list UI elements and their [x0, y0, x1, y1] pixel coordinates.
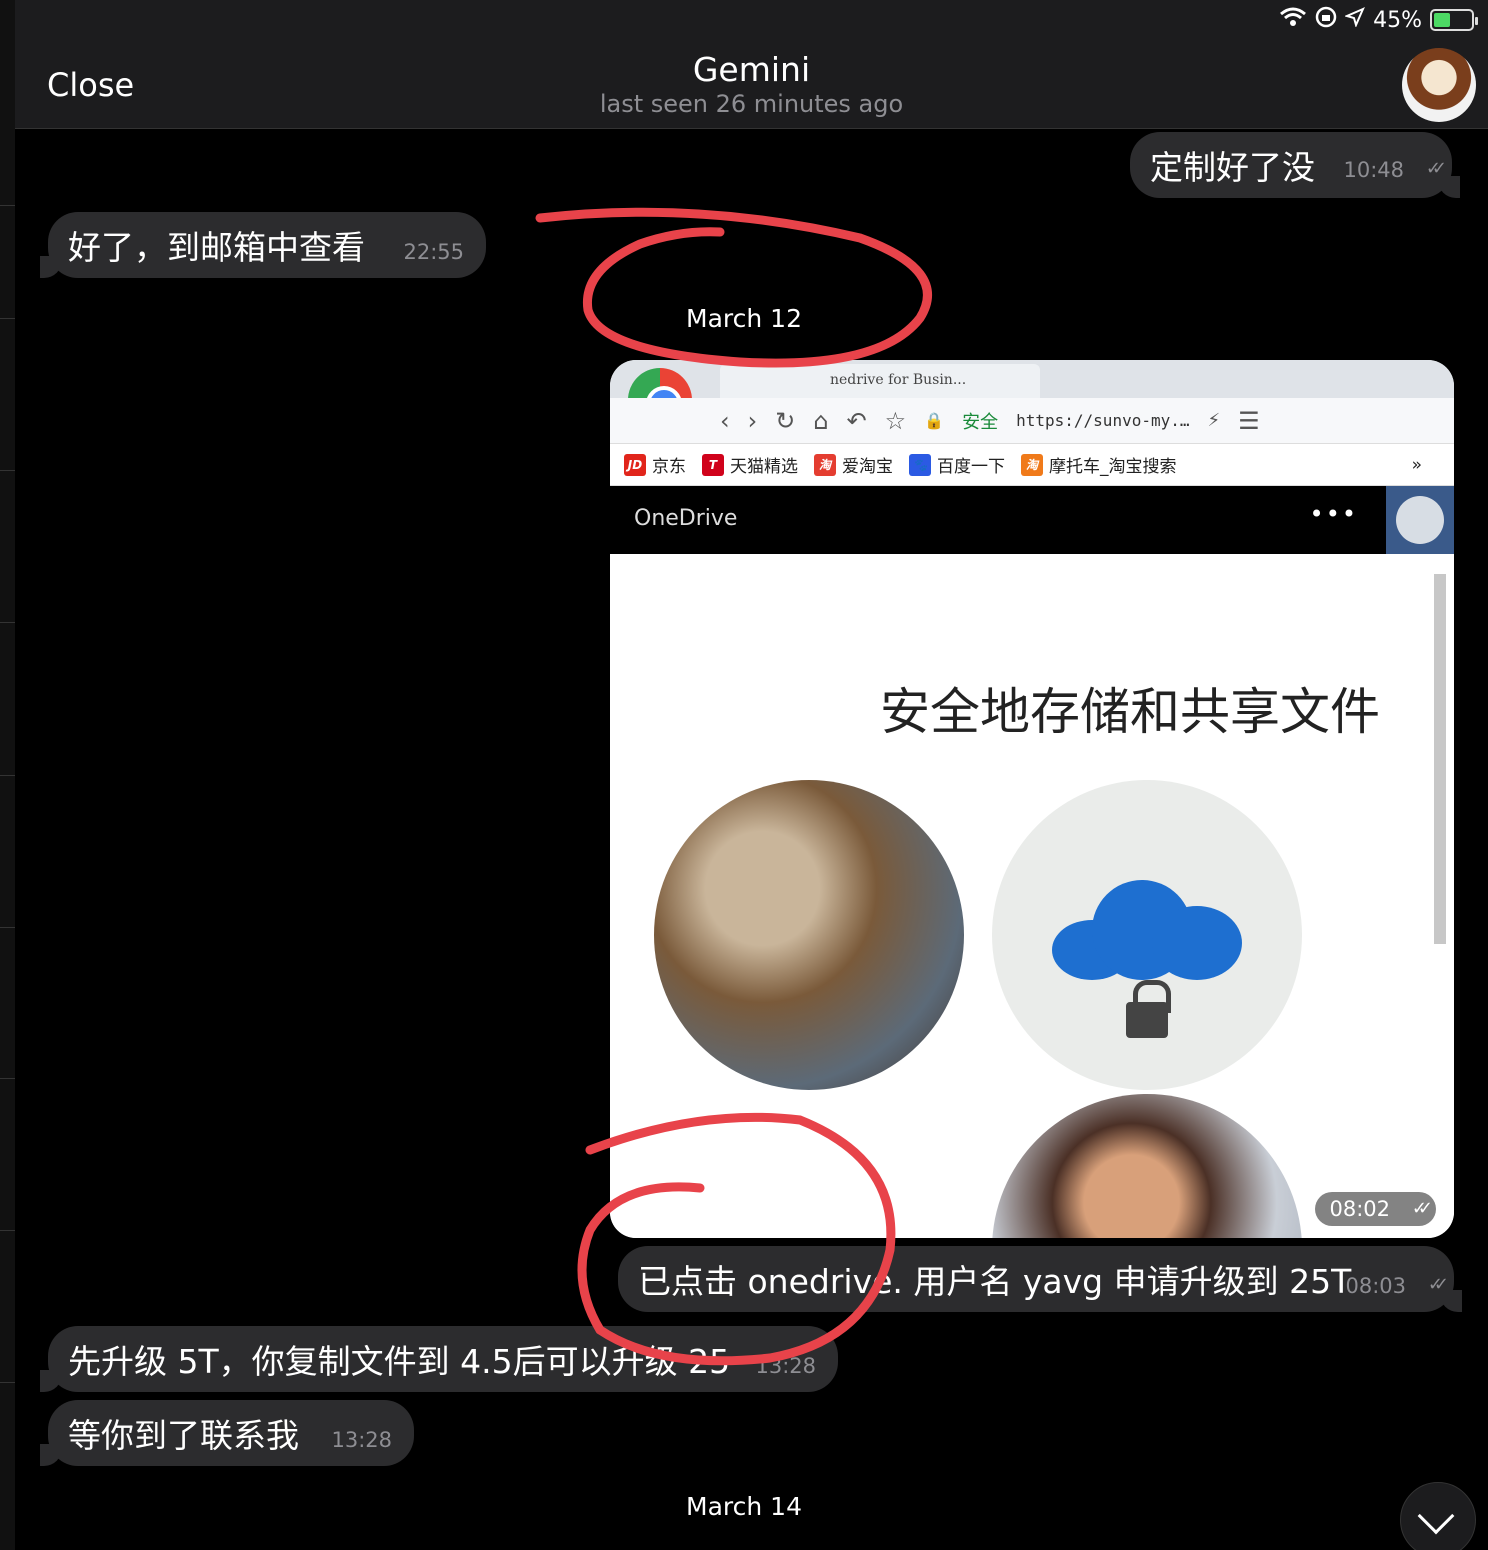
- orientation-lock-icon: [1315, 6, 1337, 34]
- reload-icon: ↻: [775, 406, 796, 435]
- photo-message[interactable]: nedrive for Busin... ‹ › ↻ ⌂ ↶ ☆ 🔒 安全 ht…: [610, 360, 1454, 1238]
- back-icon: ‹: [720, 406, 730, 435]
- cloud-lock-illustration: [992, 780, 1302, 1090]
- status-bar: 45%: [15, 0, 1488, 40]
- chevron-down-icon: [1417, 1497, 1455, 1535]
- bookmark-item: 🐾 百度一下: [909, 452, 1005, 477]
- undo-icon: ↶: [846, 406, 867, 435]
- split-view-edge: [0, 0, 15, 1550]
- taobao-icon: 淘: [814, 453, 836, 476]
- user-icon: [1386, 486, 1454, 554]
- star-icon: ☆: [884, 406, 907, 435]
- onedrive-headline: 安全地存储和共享文件: [880, 683, 1380, 741]
- woman-photo: [992, 1094, 1302, 1238]
- message-bubble-incoming[interactable]: 等你到了联系我 13:28: [40, 1400, 414, 1466]
- baidu-icon: 🐾: [909, 453, 931, 476]
- scrollbar: [1434, 574, 1446, 944]
- address-bar: https://sunvo-my.…: [1016, 411, 1190, 430]
- message-bubble-outgoing[interactable]: 定制好了没 10:48 ✓✓: [1130, 132, 1460, 198]
- message-time: 22:55: [403, 240, 464, 264]
- message-bubble-incoming[interactable]: 好了，到邮箱中查看 22:55: [40, 212, 486, 278]
- read-checkmarks-icon: ✓✓: [1425, 158, 1447, 179]
- read-checkmarks-icon: ✓✓: [1411, 1198, 1433, 1219]
- location-icon: [1344, 7, 1366, 33]
- annotation-circle-date: [535, 207, 932, 368]
- message-text: 先升级 5T，你复制文件到 4.5后可以升级 25: [68, 1342, 731, 1381]
- date-separator: March 12: [686, 304, 802, 333]
- message-text: 定制好了没: [1150, 148, 1315, 187]
- bookmark-item: 淘摩托车_淘宝搜索: [1021, 452, 1177, 477]
- tmall-icon: T: [702, 453, 724, 476]
- message-time: 10:48: [1343, 158, 1404, 182]
- message-bubble-outgoing[interactable]: 已点击 onedrive. 用户名 yavg 申请升级到 25T 08:03 ✓…: [618, 1246, 1462, 1312]
- chat-title[interactable]: Gemini: [15, 50, 1488, 89]
- bookmark-item: 淘爱淘宝: [814, 452, 893, 477]
- jd-icon: JD: [624, 453, 646, 476]
- onedrive-header: OneDrive •••: [610, 486, 1454, 554]
- bookmarks-more: »: [1411, 454, 1422, 475]
- lock-icon: 🔒: [924, 411, 945, 430]
- bookmark-item: T 天猫精选: [702, 452, 798, 477]
- battery-charging-icon: [1430, 9, 1478, 31]
- lock-icon: [1126, 980, 1171, 1038]
- battery-percent: 45%: [1373, 7, 1422, 33]
- onedrive-brand: OneDrive: [634, 506, 738, 531]
- browser-navbar: ‹ › ↻ ⌂ ↶ ☆ 🔒 安全 https://sunvo-my.… ⚡ ☰: [610, 398, 1454, 444]
- more-icon: •••: [1309, 500, 1358, 528]
- message-time: 13:28: [755, 1354, 816, 1378]
- browser-tab: nedrive for Busin...: [720, 364, 1040, 398]
- man-photo: [654, 780, 964, 1090]
- secure-label: 安全: [962, 411, 999, 433]
- message-text: 已点击 onedrive. 用户名 yavg 申请升级到 25T: [638, 1262, 1352, 1301]
- cloud-icon: [1052, 870, 1242, 980]
- message-time: 08:03: [1345, 1274, 1406, 1298]
- chat-header: Close Gemini last seen 26 minutes ago: [15, 40, 1488, 129]
- forward-icon: ›: [747, 406, 758, 435]
- wifi-icon: [1279, 6, 1307, 34]
- menu-icon: ☰: [1238, 406, 1260, 435]
- read-checkmarks-icon: ✓✓: [1427, 1274, 1449, 1295]
- home-icon: ⌂: [813, 406, 829, 435]
- scroll-to-bottom-button[interactable]: [1400, 1482, 1476, 1550]
- message-bubble-incoming[interactable]: 先升级 5T，你复制文件到 4.5后可以升级 25 13:28: [40, 1326, 838, 1392]
- bookmark-item: JD 京东: [624, 452, 686, 477]
- last-seen-status: last seen 26 minutes ago: [599, 90, 904, 118]
- onedrive-content: 安全地存储和共享文件: [610, 554, 1454, 1238]
- browser-tabbar: nedrive for Busin...: [610, 360, 1454, 398]
- bolt-icon: ⚡: [1207, 410, 1221, 431]
- bookmarks-bar: JD 京东 T 天猫精选 淘爱淘宝 🐾 百度一下 淘摩托车_淘宝搜索 »: [610, 444, 1454, 486]
- message-text: 等你到了联系我: [68, 1416, 299, 1455]
- taobao-icon: 淘: [1021, 453, 1043, 476]
- photo-timestamp: 08:02 ✓✓: [1315, 1192, 1436, 1226]
- date-separator: March 14: [686, 1492, 802, 1521]
- message-text: 好了，到邮箱中查看: [68, 228, 365, 267]
- message-time: 13:28: [331, 1428, 392, 1452]
- avatar[interactable]: [1402, 48, 1476, 122]
